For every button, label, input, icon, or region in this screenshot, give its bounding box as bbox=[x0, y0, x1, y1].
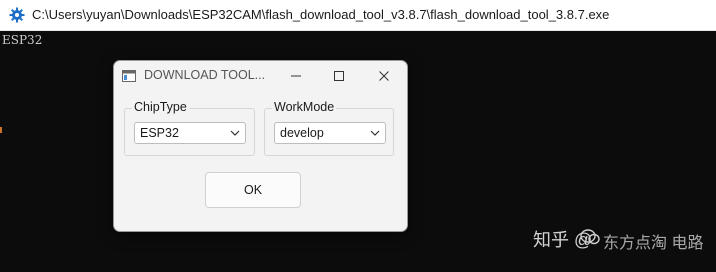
chevron-down-icon bbox=[370, 130, 380, 136]
dialog-title: DOWNLOAD TOOL... bbox=[144, 68, 266, 82]
console-edge-mark bbox=[0, 127, 2, 133]
window-app-icon bbox=[122, 69, 136, 82]
dialog-titlebar[interactable]: DOWNLOAD TOOL... bbox=[114, 61, 407, 89]
work-mode-select[interactable]: develop bbox=[274, 122, 386, 144]
work-mode-group: WorkMode develop bbox=[264, 100, 394, 156]
maximize-button[interactable] bbox=[324, 65, 354, 87]
watermark-logo-icon bbox=[580, 228, 600, 246]
work-mode-value: develop bbox=[280, 126, 324, 140]
console-titlebar[interactable]: C:\Users\yuyan\Downloads\ESP32CAM\flash_… bbox=[0, 0, 716, 31]
chip-type-group: ChipType ESP32 bbox=[124, 100, 255, 156]
chip-type-value: ESP32 bbox=[140, 126, 179, 140]
watermark-logo-text: 东方点淘 电路 bbox=[603, 235, 704, 252]
work-mode-label: WorkMode bbox=[272, 100, 337, 114]
console-output-text: ESP32 bbox=[2, 33, 43, 47]
maximize-icon bbox=[334, 71, 344, 81]
close-icon bbox=[379, 71, 389, 81]
ok-button[interactable]: OK bbox=[205, 172, 301, 208]
minimize-button[interactable] bbox=[281, 65, 311, 87]
download-tool-dialog: DOWNLOAD TOOL... ChipType ESP32 WorkMode… bbox=[113, 60, 408, 232]
chevron-down-icon bbox=[230, 130, 240, 136]
chip-type-label: ChipType bbox=[132, 100, 189, 114]
close-button[interactable] bbox=[369, 65, 399, 87]
minimize-icon bbox=[291, 75, 301, 77]
console-window-title: C:\Users\yuyan\Downloads\ESP32CAM\flash_… bbox=[32, 7, 610, 22]
chip-type-select[interactable]: ESP32 bbox=[134, 122, 246, 144]
gear-icon bbox=[9, 7, 25, 23]
